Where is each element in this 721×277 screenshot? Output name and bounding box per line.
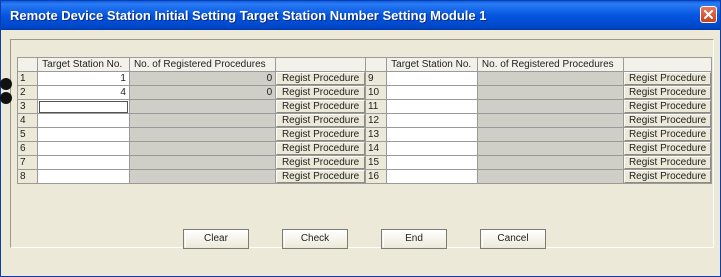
row-number: 11 [364, 99, 388, 114]
registered-count [476, 71, 625, 86]
row-number: 2 [16, 85, 39, 100]
callout-dot [0, 78, 12, 90]
header-row: Target Station No. No. of Registered Pro… [16, 57, 712, 72]
target-station-input[interactable] [386, 155, 478, 170]
window-title: Remote Device Station Initial Setting Ta… [10, 8, 487, 23]
row-number: 5 [16, 127, 39, 142]
target-station-input[interactable] [37, 169, 130, 184]
row-number: 13 [364, 127, 388, 142]
table-row: 1 1 0 Regist Procedure 9 Regist Procedur… [16, 71, 712, 86]
row-number: 16 [364, 169, 388, 184]
registered-count [476, 169, 625, 184]
table-row: 7 Regist Procedure 15 Regist Procedure [16, 155, 712, 170]
target-station-input[interactable] [37, 127, 130, 142]
dialog-window: Remote Device Station Initial Setting Ta… [0, 0, 721, 277]
row-number: 1 [16, 71, 39, 86]
registered-count [476, 155, 625, 170]
header-blank-right [364, 57, 388, 72]
regist-procedure-button[interactable]: Regist Procedure [275, 127, 366, 142]
registered-count: 0 [128, 85, 277, 100]
header-blank-left [16, 57, 39, 72]
target-station-input[interactable] [37, 155, 130, 170]
target-station-input[interactable] [37, 99, 130, 114]
regist-procedure-button[interactable]: Regist Procedure [623, 71, 712, 86]
regist-procedure-button[interactable]: Regist Procedure [623, 99, 712, 114]
close-button[interactable] [700, 6, 717, 23]
registered-count [128, 155, 277, 170]
row-number: 9 [364, 71, 388, 86]
table-row: 8 Regist Procedure 16 Regist Procedure [16, 169, 712, 184]
regist-procedure-button[interactable]: Regist Procedure [275, 99, 366, 114]
regist-procedure-button[interactable]: Regist Procedure [623, 127, 712, 142]
callout-dot [0, 92, 12, 104]
registered-count [476, 99, 625, 114]
row-number: 7 [16, 155, 39, 170]
clear-button[interactable]: Clear [183, 229, 249, 249]
target-station-input[interactable] [386, 113, 478, 128]
registered-count [476, 113, 625, 128]
registered-count [476, 141, 625, 156]
target-station-input[interactable]: 4 [37, 85, 130, 100]
header-target-station-right: Target Station No. [386, 57, 478, 72]
close-icon [704, 10, 713, 19]
table-row: 2 4 0 Regist Procedure 10 Regist Procedu… [16, 85, 712, 100]
registered-count [128, 99, 277, 114]
header-registered-left: No. of Registered Procedures [128, 57, 277, 72]
registered-count [128, 113, 277, 128]
registered-count [476, 85, 625, 100]
table-row: 3 Regist Procedure 11 Regist Procedure [16, 99, 712, 114]
row-number: 4 [16, 113, 39, 128]
station-table: Target Station No. No. of Registered Pro… [16, 57, 712, 184]
table-row: 4 Regist Procedure 12 Regist Procedure [16, 113, 712, 128]
regist-procedure-button[interactable]: Regist Procedure [623, 169, 712, 184]
regist-procedure-button[interactable]: Regist Procedure [623, 141, 712, 156]
row-number: 14 [364, 141, 388, 156]
regist-procedure-button[interactable]: Regist Procedure [275, 169, 366, 184]
registered-count: 0 [128, 71, 277, 86]
target-station-input[interactable] [386, 85, 478, 100]
row-number: 12 [364, 113, 388, 128]
check-button[interactable]: Check [282, 229, 348, 249]
row-number: 8 [16, 169, 39, 184]
regist-procedure-button[interactable]: Regist Procedure [275, 85, 366, 100]
regist-procedure-button[interactable]: Regist Procedure [623, 85, 712, 100]
registered-count [128, 127, 277, 142]
target-station-input[interactable] [37, 141, 130, 156]
header-registered-right: No. of Registered Procedures [476, 57, 625, 72]
target-station-input[interactable] [37, 113, 130, 128]
header-blank-button-right [623, 57, 712, 72]
regist-procedure-button[interactable]: Regist Procedure [275, 113, 366, 128]
header-target-station-left: Target Station No. [37, 57, 130, 72]
row-number: 10 [364, 85, 388, 100]
target-station-input[interactable]: 1 [37, 71, 130, 86]
target-station-input[interactable] [386, 141, 478, 156]
table-row: 6 Regist Procedure 14 Regist Procedure [16, 141, 712, 156]
row-number: 15 [364, 155, 388, 170]
target-station-input[interactable] [386, 99, 478, 114]
regist-procedure-button[interactable]: Regist Procedure [275, 71, 366, 86]
target-station-input[interactable] [386, 127, 478, 142]
title-bar[interactable]: Remote Device Station Initial Setting Ta… [1, 1, 720, 30]
table-row: 5 Regist Procedure 13 Regist Procedure [16, 127, 712, 142]
regist-procedure-button[interactable]: Regist Procedure [275, 141, 366, 156]
header-blank-button-left [275, 57, 366, 72]
regist-procedure-button[interactable]: Regist Procedure [623, 155, 712, 170]
regist-procedure-button[interactable]: Regist Procedure [275, 155, 366, 170]
target-station-input[interactable] [386, 169, 478, 184]
registered-count [128, 141, 277, 156]
end-button[interactable]: End [381, 229, 447, 249]
cancel-button[interactable]: Cancel [480, 229, 546, 249]
registered-count [128, 169, 277, 184]
row-number: 3 [16, 99, 39, 114]
regist-procedure-button[interactable]: Regist Procedure [623, 113, 712, 128]
registered-count [476, 127, 625, 142]
row-number: 6 [16, 141, 39, 156]
target-station-input[interactable] [386, 71, 478, 86]
